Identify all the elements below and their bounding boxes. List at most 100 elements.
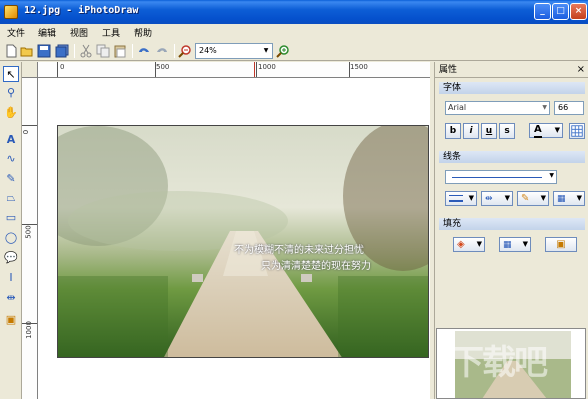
photo-image[interactable]: 不为模糊不清的未来过分担忧 只为清清楚楚的现在努力 bbox=[57, 125, 429, 358]
chevron-down-icon[interactable]: ▼ bbox=[549, 172, 554, 179]
text-cursor-icon[interactable]: I bbox=[3, 270, 19, 286]
fill-pattern-button[interactable]: ▦ ▼ bbox=[499, 237, 531, 252]
app-icon bbox=[4, 5, 18, 19]
ruler-label: 500 bbox=[24, 225, 33, 239]
toolbar-separator bbox=[74, 44, 75, 58]
ruler-top: 0 500 1000 1500 bbox=[38, 62, 430, 78]
fill-section-header[interactable]: 填充 bbox=[439, 218, 585, 230]
ruler-label: 1000 bbox=[258, 63, 276, 71]
font-family-value: Arial bbox=[448, 103, 467, 112]
text-icon[interactable]: A bbox=[3, 132, 19, 148]
font-section-header[interactable]: 字体 bbox=[439, 82, 585, 94]
undo-icon[interactable] bbox=[137, 44, 151, 58]
panel-header: 属性 × bbox=[435, 62, 588, 78]
ruler-major-tick bbox=[22, 125, 37, 126]
line-weight-button[interactable]: ▼ bbox=[445, 191, 477, 206]
ruler-left: 0 500 1000 bbox=[22, 78, 38, 399]
zoom-icon[interactable]: ⚲ bbox=[3, 85, 19, 101]
window-title: 12.jpg - iPhotoDraw bbox=[24, 5, 139, 16]
rectangle-icon[interactable]: ▭ bbox=[3, 210, 19, 226]
line-dash-button[interactable]: ⇹ ▼ bbox=[481, 191, 513, 206]
toolbar-separator bbox=[174, 44, 175, 58]
tool-palette: ↖ ⚲ ✋ A ∿ ✎ ⏢ ▭ ◯ 💬 I ⇹ ▣ bbox=[0, 62, 22, 399]
polygon-icon[interactable]: ⏢ bbox=[3, 190, 19, 206]
bold-button[interactable]: b bbox=[445, 123, 461, 139]
ruler-cursor-marker bbox=[254, 62, 255, 77]
ruler-major-tick bbox=[22, 224, 37, 225]
toolbar-separator bbox=[132, 44, 133, 58]
panel-title: 属性 bbox=[439, 65, 458, 75]
menu-bar: 文件 编辑 视图 工具 帮助 bbox=[0, 24, 588, 41]
save-all-icon[interactable] bbox=[55, 44, 69, 58]
photo-caption-line1[interactable]: 不为模糊不清的未来过分担忧 bbox=[234, 241, 364, 256]
redo-icon[interactable] bbox=[155, 44, 169, 58]
line-weight-icon bbox=[449, 195, 463, 202]
font-family-select[interactable]: Arial ▼ bbox=[445, 101, 550, 115]
chevron-down-icon[interactable]: ▼ bbox=[542, 102, 547, 114]
zoom-in-icon[interactable] bbox=[276, 44, 290, 58]
font-color-button[interactable]: A ▼ bbox=[529, 123, 563, 138]
minimize-button[interactable]: _ bbox=[534, 3, 551, 20]
ruler-major-tick bbox=[349, 62, 350, 77]
ellipse-icon[interactable]: ◯ bbox=[3, 230, 19, 246]
drawing-canvas[interactable]: 不为模糊不清的未来过分担忧 只为清清楚楚的现在努力 bbox=[38, 78, 430, 399]
title-bar: 12.jpg - iPhotoDraw _ □ × bbox=[0, 0, 588, 24]
ruler-corner bbox=[22, 62, 38, 78]
fill-image-button[interactable]: ▣ bbox=[545, 237, 577, 252]
zoom-out-icon[interactable] bbox=[178, 44, 192, 58]
line-grid-button[interactable]: ▦ ▼ bbox=[553, 191, 585, 206]
panel-close-icon[interactable]: × bbox=[577, 62, 585, 78]
line-color-button[interactable]: ✎ ▼ bbox=[517, 191, 549, 206]
strikethrough-button[interactable]: s bbox=[499, 123, 515, 139]
menu-edit[interactable]: 编辑 bbox=[38, 26, 56, 39]
image-icon: ▣ bbox=[556, 239, 566, 250]
ruler-label: 500 bbox=[156, 63, 170, 71]
table-grid-icon: ▦ bbox=[557, 194, 566, 204]
photo-caption-line2[interactable]: 只为清清楚楚的现在努力 bbox=[261, 257, 371, 272]
ruler-major-tick bbox=[22, 323, 37, 324]
ruler-label: 1500 bbox=[350, 63, 368, 71]
open-icon[interactable] bbox=[20, 44, 34, 58]
ruler-major-tick bbox=[57, 62, 58, 77]
menu-view[interactable]: 视图 bbox=[70, 26, 88, 39]
underline-button[interactable]: u bbox=[481, 123, 497, 139]
toolbar: 24% ▼ bbox=[0, 41, 588, 61]
app-window: 12.jpg - iPhotoDraw _ □ × 文件 编辑 视图 工具 帮助… bbox=[0, 0, 588, 399]
ruler-major-tick bbox=[256, 62, 257, 77]
italic-button[interactable]: i bbox=[463, 123, 479, 139]
paint-bucket-icon: ◈ bbox=[457, 239, 465, 250]
paste-icon[interactable] bbox=[113, 44, 127, 58]
menu-help[interactable]: 帮助 bbox=[134, 26, 152, 39]
zoom-value: 24% bbox=[199, 46, 217, 55]
arrow-style-icon: ⇹ bbox=[485, 194, 493, 204]
chevron-down-icon[interactable]: ▼ bbox=[261, 45, 271, 57]
new-icon[interactable] bbox=[4, 44, 18, 58]
pen-icon[interactable]: ✎ bbox=[3, 171, 19, 187]
resize-icon[interactable]: ⇹ bbox=[3, 290, 19, 306]
font-color-icon: A bbox=[534, 124, 542, 138]
callout-icon[interactable]: 💬 bbox=[3, 250, 19, 266]
line-section-header[interactable]: 线条 bbox=[439, 151, 585, 163]
font-size-input[interactable]: 66 bbox=[554, 101, 584, 115]
curve-icon[interactable]: ∿ bbox=[3, 151, 19, 167]
line-style-select[interactable]: ▼ bbox=[445, 170, 557, 184]
zoom-combobox[interactable]: 24% ▼ bbox=[195, 43, 273, 59]
cut-icon[interactable] bbox=[79, 44, 93, 58]
watermark-logo: 下载吧 bbox=[450, 343, 548, 383]
hand-icon[interactable]: ✋ bbox=[3, 105, 19, 121]
ruler-major-tick bbox=[155, 62, 156, 77]
menu-file[interactable]: 文件 bbox=[7, 26, 25, 39]
copy-icon[interactable] bbox=[96, 44, 110, 58]
maximize-button[interactable]: □ bbox=[552, 3, 569, 20]
table-grid-icon[interactable] bbox=[569, 123, 585, 139]
fill-color-button[interactable]: ◈ ▼ bbox=[453, 237, 485, 252]
save-icon[interactable] bbox=[37, 44, 51, 58]
ruler-label: 0 bbox=[60, 63, 65, 71]
image-icon[interactable]: ▣ bbox=[3, 312, 19, 328]
pen-color-icon: ✎ bbox=[521, 193, 530, 204]
ruler-label: 0 bbox=[22, 129, 31, 135]
pointer-icon[interactable]: ↖ bbox=[3, 66, 19, 82]
close-button[interactable]: × bbox=[570, 3, 587, 20]
menu-tools[interactable]: 工具 bbox=[102, 26, 120, 39]
line-preview bbox=[452, 177, 542, 178]
